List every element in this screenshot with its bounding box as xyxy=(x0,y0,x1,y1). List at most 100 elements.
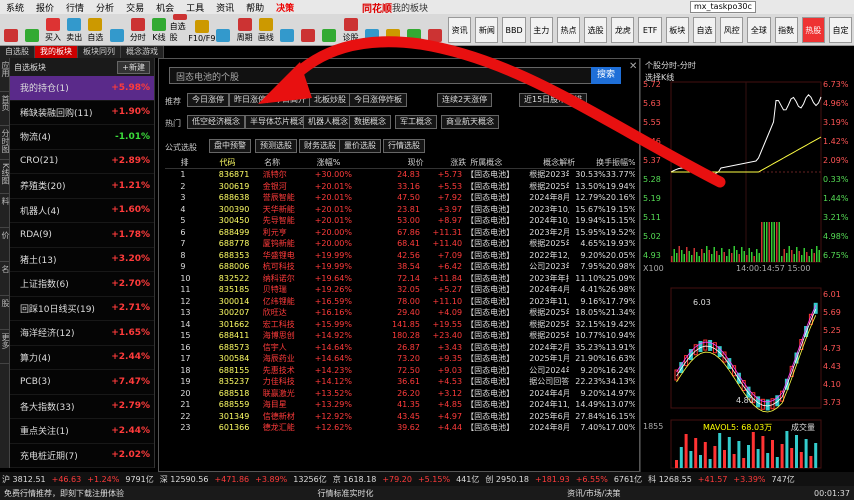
sidebar-item[interactable]: CRO(21) +2.89% xyxy=(10,150,154,174)
table-row[interactable]: 23 601366 德龙汇能 +12.62% 39.62 +4.44 【固态电池】 2024年… xyxy=(165,422,635,434)
filter-chip[interactable]: 预测选股 xyxy=(255,139,297,153)
toolbar-right-button[interactable]: 热股 xyxy=(801,17,825,43)
sidebar-item[interactable]: 上证指数(6) +2.70% xyxy=(10,272,154,297)
sidebar-item[interactable]: 物流(4) -1.01% xyxy=(10,125,154,150)
sidebar-item[interactable]: PCB(3) +7.47% xyxy=(10,370,154,395)
toolbar-right-button[interactable]: 主力 xyxy=(529,17,553,43)
column-header[interactable]: 涨幅% xyxy=(311,157,379,168)
toolbar-button[interactable]: 周期 xyxy=(234,14,255,45)
new-sector-button[interactable]: +新建 xyxy=(117,60,150,74)
menu-item[interactable]: 系统 xyxy=(0,1,30,14)
table-row[interactable]: 22 301349 信德新材 +12.92% 43.45 +4.97 【固态电池】 2025年… xyxy=(165,411,635,423)
column-header[interactable]: 排 xyxy=(181,157,216,168)
filter-chip[interactable]: 数据概念 xyxy=(349,115,391,129)
index-quote[interactable]: +6.55% xyxy=(576,475,608,484)
index-quote[interactable]: +79.20 xyxy=(382,475,412,484)
toolbar-button[interactable] xyxy=(425,14,446,45)
toolbar-button[interactable] xyxy=(106,14,127,45)
filter-chip[interactable]: 半导体芯片概念 xyxy=(245,115,311,129)
table-row[interactable]: 21 688559 海目星 +13.29% 41.35 +4.85 【固态电池】 2024年1… xyxy=(165,399,635,411)
toolbar-right-button[interactable]: 指数 xyxy=(774,17,798,43)
toolbar-button[interactable]: 买入 xyxy=(42,14,63,45)
table-row[interactable]: 5 300450 先导智能 +20.01% 53.00 +8.97 【固态电池】 2024年1… xyxy=(165,215,635,227)
table-row[interactable]: 6 688499 利元亨 +20.00% 67.86 +11.31 【固态电池】 2023年2… xyxy=(165,227,635,239)
table-row[interactable]: 18 688155 先惠技术 +14.23% 72.50 +9.03 【固态电池】 公司202… xyxy=(165,365,635,377)
filter-chip[interactable]: 财务选股 xyxy=(299,139,341,153)
toolbar-button[interactable] xyxy=(21,14,42,45)
sidebar-item[interactable]: RDA(9) +1.78% xyxy=(10,223,154,248)
filter-chip[interactable]: 商业航天概念 xyxy=(441,115,499,129)
toolbar-button[interactable] xyxy=(213,14,234,45)
table-row[interactable]: 4 300390 天华新能 +20.01% 23.81 +3.97 【固态电池】 2023年1… xyxy=(165,204,635,216)
tab-1[interactable]: 我的板块 xyxy=(35,46,78,58)
menu-item[interactable]: 工具 xyxy=(180,1,210,14)
toolbar-button[interactable]: 画线 xyxy=(255,14,276,45)
sidebar-item[interactable]: 海洋经济(12) +1.65% xyxy=(10,321,154,346)
index-quote[interactable]: +181.93 xyxy=(535,475,570,484)
table-row[interactable]: 9 688006 杭可科技 +19.99% 38.54 +6.42 【固态电池】 公司2023… xyxy=(165,261,635,273)
table-row[interactable]: 12 300014 亿纬锂能 +16.59% 78.00 +11.10 【固态电池】 2023… xyxy=(165,296,635,308)
toolbar-right-button[interactable]: BBD xyxy=(502,17,526,43)
filter-chip[interactable]: 今日涨停 xyxy=(187,93,229,107)
toolbar-button[interactable]: 卖出 xyxy=(64,14,85,45)
column-header[interactable]: 代码 xyxy=(215,157,264,168)
toolbar-right-button[interactable]: 板块 xyxy=(665,17,689,43)
menu-item[interactable]: 机会 xyxy=(150,1,180,14)
index-quote[interactable]: +5.15% xyxy=(418,475,450,484)
filter-chip[interactable]: 行情选股 xyxy=(383,139,425,153)
column-header[interactable]: 现价 xyxy=(379,157,424,168)
index-quote[interactable]: 沪 3812.51 xyxy=(2,474,46,485)
toolbar-button[interactable] xyxy=(298,14,319,45)
menu-item[interactable]: 分析 xyxy=(90,1,120,14)
bottom-right-text[interactable]: 资讯/市场/决策 xyxy=(567,488,620,499)
sidebar-item[interactable]: 机器人(4) +1.60% xyxy=(10,199,154,223)
toolbar-right-button[interactable]: 新闻 xyxy=(475,17,499,43)
filter-chip[interactable]: 盘中预警 xyxy=(209,139,251,153)
sidebar-item[interactable]: 我的持仓(1) +5.98% xyxy=(10,76,154,101)
index-quote[interactable]: +3.39% xyxy=(733,475,765,484)
menu-item[interactable]: 报价 xyxy=(30,1,60,14)
toolbar-right-button[interactable]: 自选 xyxy=(692,17,717,43)
toolbar-button[interactable] xyxy=(404,14,425,45)
toolbar-button[interactable] xyxy=(382,14,403,45)
index-quote[interactable]: 6761亿 xyxy=(614,474,642,485)
column-header[interactable]: 名称 xyxy=(264,157,311,168)
column-header[interactable]: 概念解析 xyxy=(534,157,575,168)
filter-chip[interactable]: 连续2天涨停 xyxy=(437,93,493,107)
toolbar-right-button[interactable]: 选股 xyxy=(584,17,608,43)
table-row[interactable]: 10 832522 纳科诺尔 +19.64% 72.14 +11.84 【固态电池】 2023… xyxy=(165,273,635,285)
bottom-left-text[interactable]: 免费行情推荐，即刻下载注册体验 xyxy=(4,488,124,499)
index-quote[interactable]: 科 1268.55 xyxy=(648,474,692,485)
toolbar-button[interactable] xyxy=(319,14,340,45)
column-header[interactable] xyxy=(165,157,181,168)
toolbar-right-button[interactable]: 风控 xyxy=(720,17,744,43)
filter-chip[interactable]: 量价选股 xyxy=(339,139,381,153)
filter-chip[interactable]: 昨日涨停，今日高开 xyxy=(229,93,311,107)
table-row[interactable]: 15 688411 海博思创 +14.92% 180.28 +23.40 【固态电池】 根据2… xyxy=(165,330,635,342)
index-quote[interactable]: 441亿 xyxy=(456,474,479,485)
toolbar-button[interactable] xyxy=(276,14,297,45)
column-header[interactable]: 所属概念 xyxy=(466,157,534,168)
index-quote[interactable]: 深 12590.56 xyxy=(160,474,209,485)
index-quote[interactable]: +41.57 xyxy=(698,475,728,484)
table-row[interactable]: 17 300584 海辰药业 +14.64% 73.20 +9.35 【固态电池】 2025年… xyxy=(165,353,635,365)
sidebar-item[interactable]: 回踩10日线买(19) +2.71% xyxy=(10,297,154,321)
search-input[interactable]: 固态电池的个股 xyxy=(169,67,601,84)
index-quote[interactable]: 13256亿 xyxy=(293,474,326,485)
sidebar-item[interactable]: 算力(4) +2.44% xyxy=(10,346,154,370)
toolbar-right-button[interactable]: 热点 xyxy=(556,17,581,43)
table-row[interactable]: 3 688638 誉辰智能 +20.01% 47.50 +7.92 【固态电池】 2024年8… xyxy=(165,192,635,204)
toolbar-button[interactable]: 诊股 xyxy=(340,14,361,45)
filter-chip[interactable]: 北板炒股 xyxy=(309,93,351,107)
column-header[interactable]: 振幅% xyxy=(612,157,635,168)
column-header[interactable]: 涨跌 xyxy=(424,157,466,168)
tab-3[interactable]: 概念游戏 xyxy=(121,46,164,58)
toolbar-right-button[interactable]: 资讯 xyxy=(448,17,472,43)
filter-chip[interactable]: 军工概念 xyxy=(395,115,437,129)
search-button[interactable]: 搜索 xyxy=(591,67,621,84)
index-quote[interactable]: 747亿 xyxy=(772,474,795,485)
filter-chip[interactable]: 低空经济概念 xyxy=(187,115,245,129)
tab-2[interactable]: 板块同列 xyxy=(78,46,121,58)
table-row[interactable]: 8 688353 华盛锂电 +19.99% 42.56 +7.09 【固态电池】 2022年1… xyxy=(165,250,635,262)
tab-0[interactable]: 自选股 xyxy=(0,46,35,58)
